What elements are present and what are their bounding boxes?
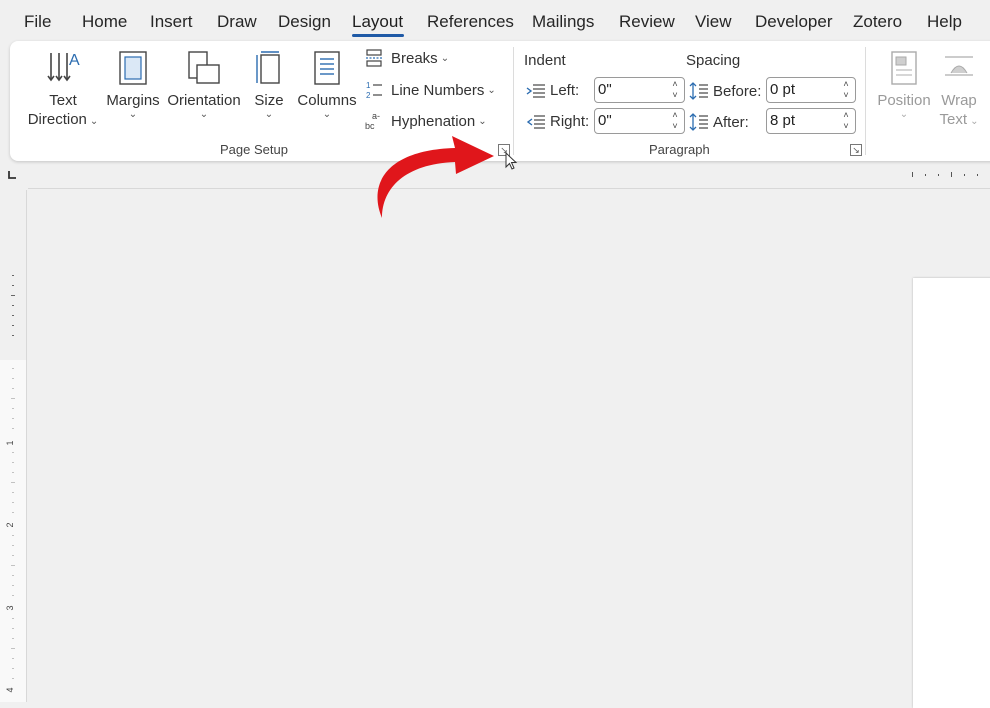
tab-zotero[interactable]: Zotero (853, 12, 902, 32)
spinner-arrows-icon[interactable]: ˄ ˅ (670, 110, 680, 132)
spacing-before-label: Before: (713, 82, 762, 100)
indent-left-input[interactable] (598, 81, 658, 98)
line-numbers-label: Line Numbers (391, 81, 485, 99)
breaks-label: Breaks (391, 49, 438, 67)
chevron-down-icon: ⌄ (89, 116, 99, 127)
columns-label: Columns (297, 92, 357, 109)
chevron-down-icon: ⌄ (899, 109, 909, 120)
group-divider (865, 47, 866, 155)
page-setup-group-label: Page Setup (220, 142, 288, 157)
ruler-number-3: 3 (5, 605, 15, 610)
spacing-before-spinner[interactable]: ˄˅ (766, 77, 856, 103)
orientation-icon (188, 51, 220, 84)
ribbon-tab-bar: File Home Insert Draw Design Layout Refe… (0, 0, 990, 44)
position-button[interactable]: Position ⌄ (872, 49, 936, 120)
spacing-after-input[interactable] (770, 112, 830, 129)
mouse-cursor-icon (505, 152, 518, 170)
chevron-down-icon: ⌄ (487, 84, 496, 96)
position-label: Position (877, 92, 931, 109)
wrap-text-label-2: Text (939, 111, 968, 128)
spinner-arrows-icon[interactable]: ˄ ˅ (841, 110, 851, 132)
margins-button[interactable]: Margins ⌄ (105, 49, 161, 120)
orientation-label: Orientation (167, 92, 241, 109)
vertical-ruler-ticks: 1 2 3 4 (0, 275, 26, 702)
svg-text:1: 1 (366, 81, 371, 90)
indent-left-icon (526, 83, 545, 98)
margins-label: Margins (106, 92, 160, 109)
indent-right-spinner[interactable]: ˄˅ (594, 108, 685, 134)
chevron-down-icon: ⌄ (128, 109, 138, 120)
size-label: Size (254, 92, 284, 109)
tab-draw[interactable]: Draw (217, 12, 257, 32)
chevron-down-icon: ⌄ (199, 109, 209, 120)
wrap-text-icon (945, 56, 973, 76)
svg-text:a-: a- (372, 111, 380, 121)
text-direction-label-2: Direction (27, 111, 87, 128)
spacing-title: Spacing (686, 52, 741, 69)
tab-home[interactable]: Home (82, 12, 127, 32)
tab-insert[interactable]: Insert (150, 12, 193, 32)
spacing-after-icon (689, 113, 708, 131)
indent-right-input[interactable] (598, 112, 658, 129)
ruler-number-2: 2 (5, 522, 15, 527)
svg-text:2: 2 (366, 91, 371, 100)
tab-view[interactable]: View (695, 12, 732, 32)
columns-icon (314, 51, 340, 85)
tab-help[interactable]: Help (927, 12, 962, 32)
page-size-icon (256, 51, 280, 84)
tab-stop-selector-icon[interactable] (7, 170, 17, 180)
chevron-down-icon: ⌄ (322, 109, 332, 120)
spacing-before-icon (689, 82, 708, 100)
tab-design[interactable]: Design (278, 12, 331, 32)
tab-file[interactable]: File (24, 12, 51, 32)
chevron-down-icon: ⌄ (478, 115, 487, 127)
chevron-down-icon: ⌄ (440, 52, 450, 64)
text-direction-label-1: Text (49, 92, 77, 109)
spinner-arrows-icon[interactable]: ˄ ˅ (841, 79, 851, 101)
wrap-text-button[interactable]: Wrap Text ⌄ (936, 49, 982, 131)
indent-right-icon (526, 114, 545, 129)
paragraph-dialog-launcher-icon[interactable]: ↘ (850, 144, 862, 156)
spacing-after-spinner[interactable]: ˄˅ (766, 108, 856, 134)
active-tab-indicator (352, 34, 404, 37)
wrap-text-label-1: Wrap (941, 92, 977, 109)
spacing-after-label: After: (713, 113, 749, 131)
hyphenation-button[interactable]: a- bc Hyphenation ⌄ (365, 111, 487, 131)
tab-references[interactable]: References (427, 12, 514, 32)
breaks-icon (366, 49, 382, 67)
indent-title: Indent (524, 52, 566, 69)
spinner-arrows-icon[interactable]: ˄ ˅ (670, 79, 680, 101)
annotation-arrow-icon (377, 136, 494, 218)
orientation-button[interactable]: Orientation ⌄ (165, 49, 243, 120)
position-icon (891, 51, 917, 85)
margins-icon (119, 51, 147, 85)
text-direction-icon: A (47, 52, 80, 82)
tab-layout[interactable]: Layout (352, 12, 403, 32)
document-page[interactable] (913, 278, 990, 708)
paragraph-group-label: Paragraph (649, 142, 710, 157)
tab-review[interactable]: Review (619, 12, 675, 32)
indent-left-label: Left: (550, 82, 580, 99)
spacing-before-input[interactable] (770, 81, 830, 98)
size-button[interactable]: Size ⌄ (250, 49, 288, 120)
tab-mailings[interactable]: Mailings (532, 12, 594, 32)
chevron-down-icon: ⌄ (970, 116, 979, 127)
hyphenation-icon: a- bc (365, 111, 380, 131)
hyphenation-label: Hyphenation (391, 112, 476, 130)
line-numbers-button[interactable]: 1 2 Line Numbers ⌄ (365, 80, 496, 100)
breaks-button[interactable]: Breaks ⌄ (365, 49, 449, 67)
chevron-down-icon: ⌄ (264, 109, 274, 120)
tab-developer[interactable]: Developer (755, 12, 833, 32)
ruler-number-4: 4 (5, 687, 15, 692)
columns-button[interactable]: Columns ⌄ (296, 49, 358, 120)
indent-left-spinner[interactable]: ˄˅ (594, 77, 685, 103)
ruler-number-1: 1 (5, 440, 15, 445)
indent-right-label: Right: (550, 113, 590, 130)
text-direction-button[interactable]: A Text Direction ⌄ (24, 49, 102, 131)
line-numbers-icon: 1 2 (366, 81, 382, 100)
svg-text:A: A (69, 52, 80, 69)
vertical-ruler[interactable]: 1 2 3 4 (0, 190, 27, 702)
